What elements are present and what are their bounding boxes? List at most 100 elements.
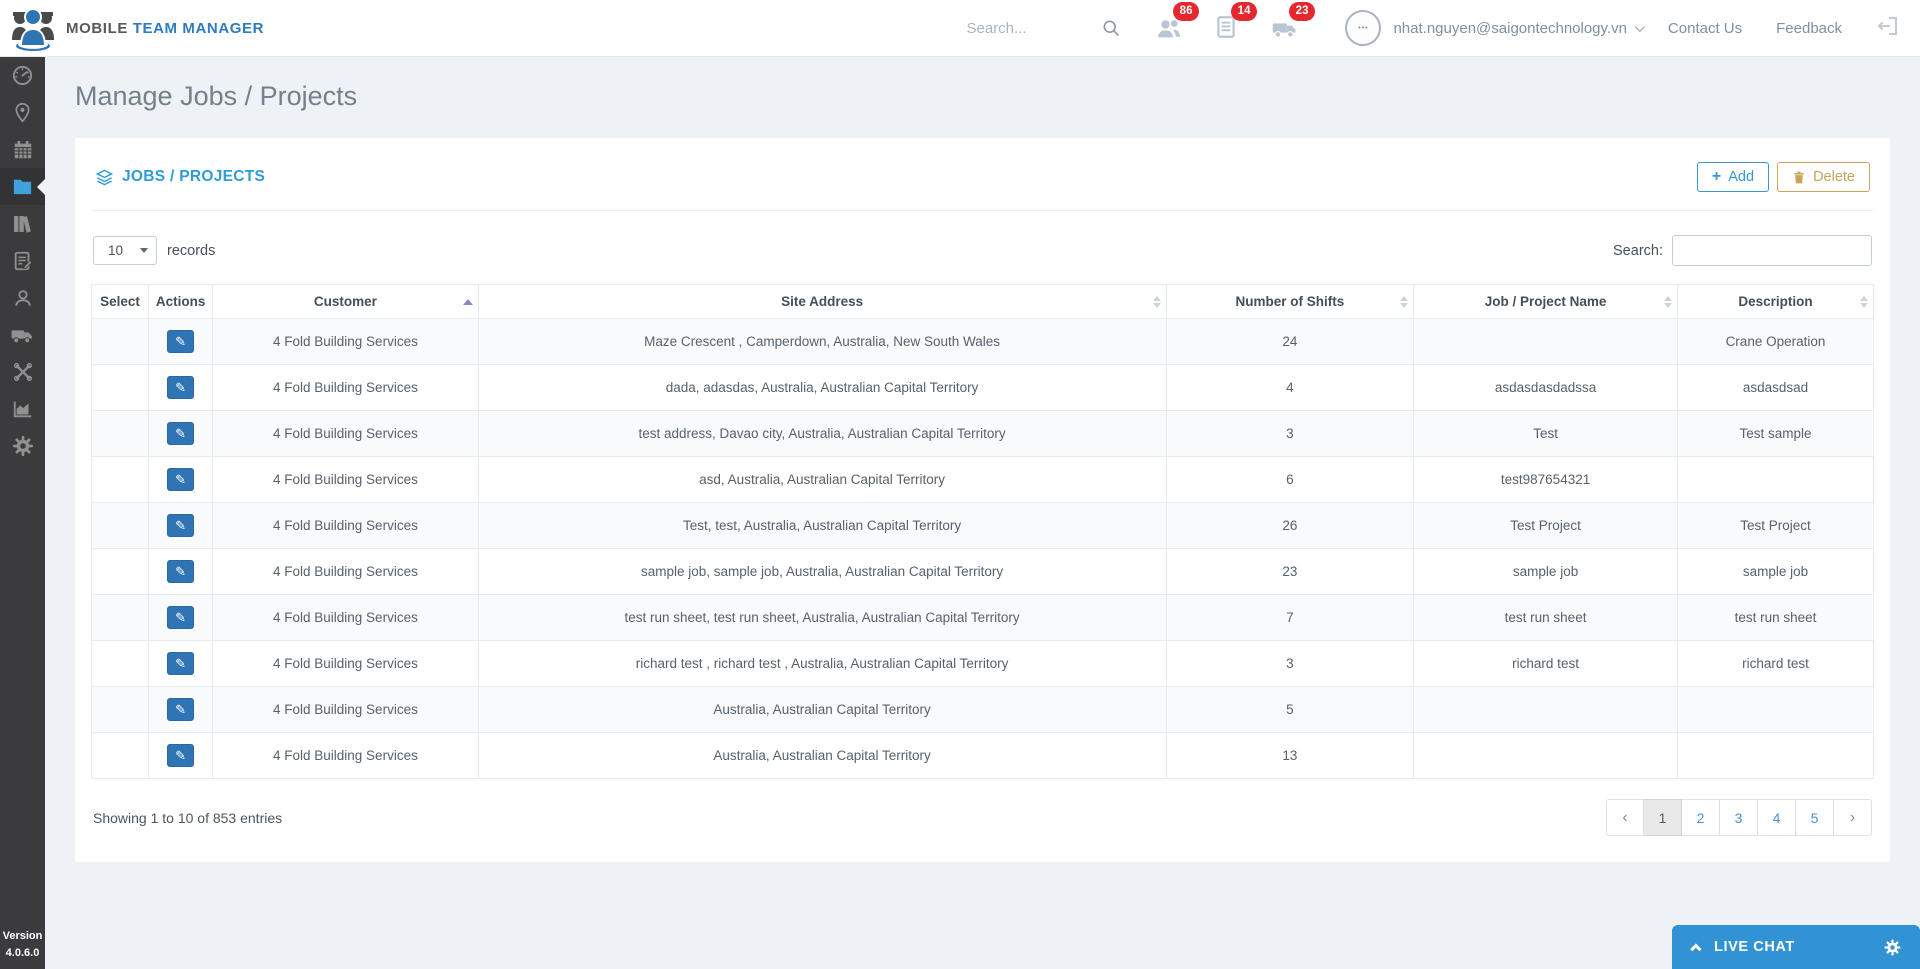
job-name-cell xyxy=(1413,318,1678,365)
customer-cell: 4 Fold Building Services xyxy=(212,548,479,595)
edit-button[interactable]: ✎ xyxy=(167,514,195,537)
avatar: ••• xyxy=(1345,10,1382,46)
shifts-cell: 4 xyxy=(1165,364,1415,411)
sidebar-item-run-sheets[interactable] xyxy=(0,242,45,279)
edit-button[interactable]: ✎ xyxy=(167,606,195,629)
row-select-cell[interactable] xyxy=(90,640,150,687)
app-version: Version 4.0.6.0 xyxy=(2,930,43,959)
sidebar-item-settings[interactable] xyxy=(0,427,45,464)
vehicle-notification[interactable]: 23 xyxy=(1271,2,1316,42)
sort-icons xyxy=(1400,295,1409,308)
pagination-next[interactable]: › xyxy=(1834,799,1872,836)
layers-icon xyxy=(95,169,114,185)
edit-button[interactable]: ✎ xyxy=(167,330,195,353)
pagination-page-1[interactable]: 1 xyxy=(1644,799,1682,836)
contact-us-link[interactable]: Contact Us xyxy=(1668,20,1742,37)
job-name-cell: asdasdasdadssa xyxy=(1413,364,1678,411)
edit-button[interactable]: ✎ xyxy=(167,376,195,399)
runsheet-notification[interactable]: 14 xyxy=(1213,2,1258,42)
table-search-label: Search: xyxy=(1613,242,1663,259)
customer-cell: 4 Fold Building Services xyxy=(212,732,479,779)
site-address-cell: sample job, sample job, Australia, Austr… xyxy=(477,548,1167,595)
person-icon xyxy=(14,289,31,306)
sidebar-item-dashboard[interactable] xyxy=(0,57,45,94)
row-select-cell[interactable] xyxy=(90,410,150,457)
pagination-page-3[interactable]: 3 xyxy=(1720,799,1758,836)
delete-button[interactable]: Delete xyxy=(1777,162,1870,192)
crew-notification[interactable]: 86 xyxy=(1155,2,1200,42)
column-header-number-of-shifts[interactable]: Number of Shifts xyxy=(1165,284,1415,319)
sidebar-item-locations[interactable] xyxy=(0,94,45,131)
gear-icon xyxy=(12,435,33,456)
row-select-cell[interactable] xyxy=(90,686,150,733)
edit-button[interactable]: ✎ xyxy=(167,652,195,675)
global-search-input[interactable] xyxy=(966,19,1102,37)
column-header-description[interactable]: Description xyxy=(1676,284,1875,319)
customer-cell: 4 Fold Building Services xyxy=(212,364,479,411)
sidebar-item-tools[interactable] xyxy=(0,353,45,390)
add-button[interactable]: + Add xyxy=(1696,162,1770,192)
user-email: nhat.nguyen@saigontechnology.vn xyxy=(1393,19,1627,37)
sidebar-item-calendar[interactable] xyxy=(0,131,45,168)
notification-icons: 86 14 23 xyxy=(1155,2,1316,42)
chevron-up-icon xyxy=(1690,943,1702,955)
sidebar-item-reports[interactable] xyxy=(0,390,45,427)
shifts-cell: 13 xyxy=(1165,732,1415,779)
edit-button[interactable]: ✎ xyxy=(167,698,195,721)
edit-button[interactable]: ✎ xyxy=(167,560,195,583)
pagination-page-4[interactable]: 4 xyxy=(1758,799,1796,836)
records-label: records xyxy=(167,242,216,259)
pagination-page-5[interactable]: 5 xyxy=(1796,799,1834,836)
edit-button[interactable]: ✎ xyxy=(167,468,195,491)
sidebar-item-staff[interactable] xyxy=(0,279,45,316)
column-header-site-address[interactable]: Site Address xyxy=(477,284,1167,319)
job-name-cell: Test Project xyxy=(1413,502,1678,549)
edit-button[interactable]: ✎ xyxy=(167,744,195,767)
shifts-cell: 23 xyxy=(1165,548,1415,595)
table-row: ✎ 4 Fold Building Services dada, adasdas, … xyxy=(90,364,1875,411)
livechat-settings-icon[interactable] xyxy=(1883,938,1902,957)
logout-button[interactable] xyxy=(1876,14,1900,43)
search-icon[interactable] xyxy=(1101,18,1121,38)
job-name-cell: test run sheet xyxy=(1413,594,1678,641)
site-address-cell: dada, adasdas, Australia, Australian Cap… xyxy=(477,364,1167,411)
column-label: Select xyxy=(100,294,140,309)
site-address-cell: Test, test, Australia, Australian Capita… xyxy=(477,502,1167,549)
table-row: ✎ 4 Fold Building Services Test, test, Aus… xyxy=(90,502,1875,549)
customer-cell: 4 Fold Building Services xyxy=(212,318,479,365)
logout-icon xyxy=(1877,16,1897,35)
row-select-cell[interactable] xyxy=(90,594,150,641)
description-cell xyxy=(1676,732,1875,779)
pagination-prev[interactable]: ‹ xyxy=(1606,799,1644,836)
row-select-cell[interactable] xyxy=(90,364,150,411)
user-menu[interactable]: ••• nhat.nguyen@saigontechnology.vn xyxy=(1345,10,1645,46)
column-header-customer[interactable]: Customer xyxy=(212,284,479,319)
table-search-input[interactable] xyxy=(1672,235,1872,266)
sidebar-item-jobs-projects[interactable] xyxy=(0,168,45,205)
row-select-cell[interactable] xyxy=(90,548,150,595)
column-header-job-project-name[interactable]: Job / Project Name xyxy=(1413,284,1678,319)
row-select-cell[interactable] xyxy=(90,456,150,503)
live-chat-bar[interactable]: LIVE CHAT xyxy=(1672,925,1920,969)
row-actions-cell: ✎ xyxy=(148,502,214,549)
sidebar-item-library[interactable] xyxy=(0,205,45,242)
shifts-cell: 5 xyxy=(1165,686,1415,733)
records-per-page-select[interactable]: 10 xyxy=(93,236,157,265)
row-actions-cell: ✎ xyxy=(148,456,214,503)
sidebar-item-vehicles[interactable] xyxy=(0,316,45,353)
row-select-cell[interactable] xyxy=(90,502,150,549)
row-select-cell[interactable] xyxy=(90,732,150,779)
edit-button[interactable]: ✎ xyxy=(167,422,195,445)
job-name-cell xyxy=(1413,686,1678,733)
row-actions-cell: ✎ xyxy=(148,732,214,779)
runsheet-badge: 14 xyxy=(1230,2,1258,21)
customer-cell: 4 Fold Building Services xyxy=(212,502,479,549)
crossed-wrenches-icon xyxy=(13,362,32,381)
column-label: Job / Project Name xyxy=(1484,294,1607,309)
pagination-page-2[interactable]: 2 xyxy=(1682,799,1720,836)
calendar-icon xyxy=(14,140,31,158)
shifts-cell: 26 xyxy=(1165,502,1415,549)
row-select-cell[interactable] xyxy=(90,318,150,365)
feedback-link[interactable]: Feedback xyxy=(1776,20,1842,37)
site-address-cell: test address, Davao city, Australia, Aus… xyxy=(477,410,1167,457)
